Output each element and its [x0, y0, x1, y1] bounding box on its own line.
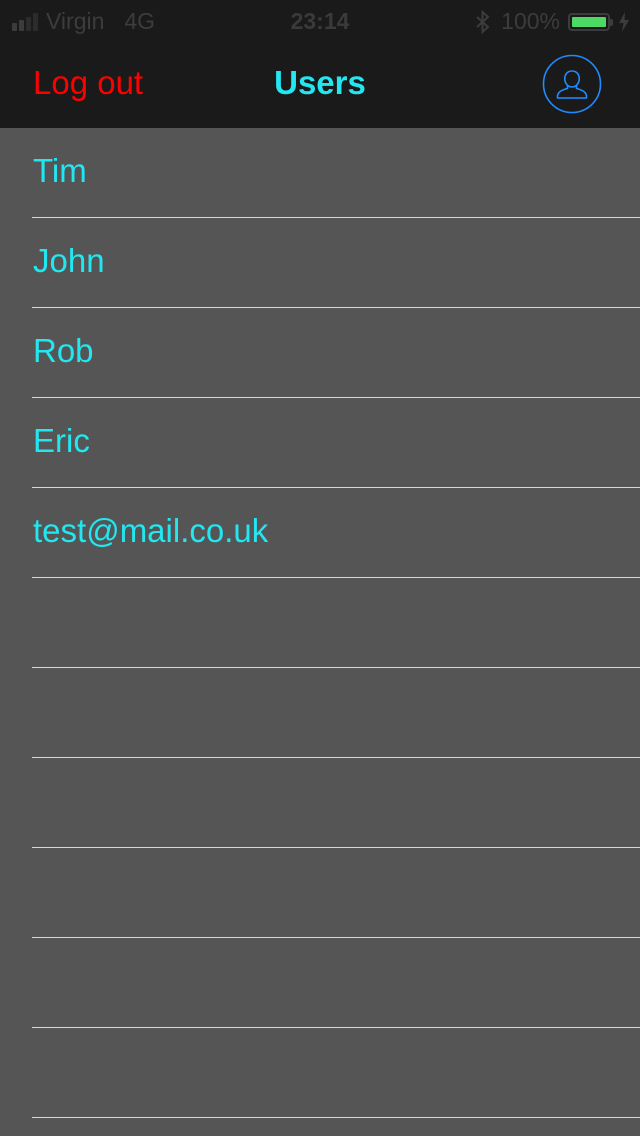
logout-button[interactable]: Log out	[33, 64, 143, 102]
user-name: test@mail.co.uk	[33, 512, 269, 549]
list-item[interactable]: Tim	[0, 128, 640, 218]
battery-level-fill	[572, 16, 606, 27]
bluetooth-icon	[476, 9, 490, 34]
status-bar: Virgin 4G 23:14 100%	[0, 0, 640, 40]
navigation-bar: Log out Users	[0, 40, 640, 128]
user-name: Rob	[33, 332, 94, 369]
battery-icon	[568, 12, 613, 31]
list-item[interactable]	[0, 938, 640, 1028]
battery-cap	[610, 18, 613, 26]
user-name: John	[33, 242, 105, 279]
list-item[interactable]: Eric	[0, 398, 640, 488]
list-item[interactable]	[0, 668, 640, 758]
list-item[interactable]	[0, 848, 640, 938]
list-item[interactable]	[0, 758, 640, 848]
status-right: 100%	[475, 8, 630, 35]
list-item[interactable]	[0, 1028, 640, 1118]
user-name: Eric	[33, 422, 90, 459]
users-list: Tim John Rob Eric test@mail.co.uk	[0, 128, 640, 1118]
list-item[interactable]: Rob	[0, 308, 640, 398]
charging-bolt-icon	[619, 11, 629, 32]
list-item[interactable]: John	[0, 218, 640, 308]
list-item[interactable]	[0, 578, 640, 668]
user-name: Tim	[33, 152, 87, 189]
list-item[interactable]: test@mail.co.uk	[0, 488, 640, 578]
battery-percentage: 100%	[501, 8, 560, 34]
user-circle-icon	[542, 54, 602, 114]
profile-button[interactable]	[542, 54, 602, 114]
